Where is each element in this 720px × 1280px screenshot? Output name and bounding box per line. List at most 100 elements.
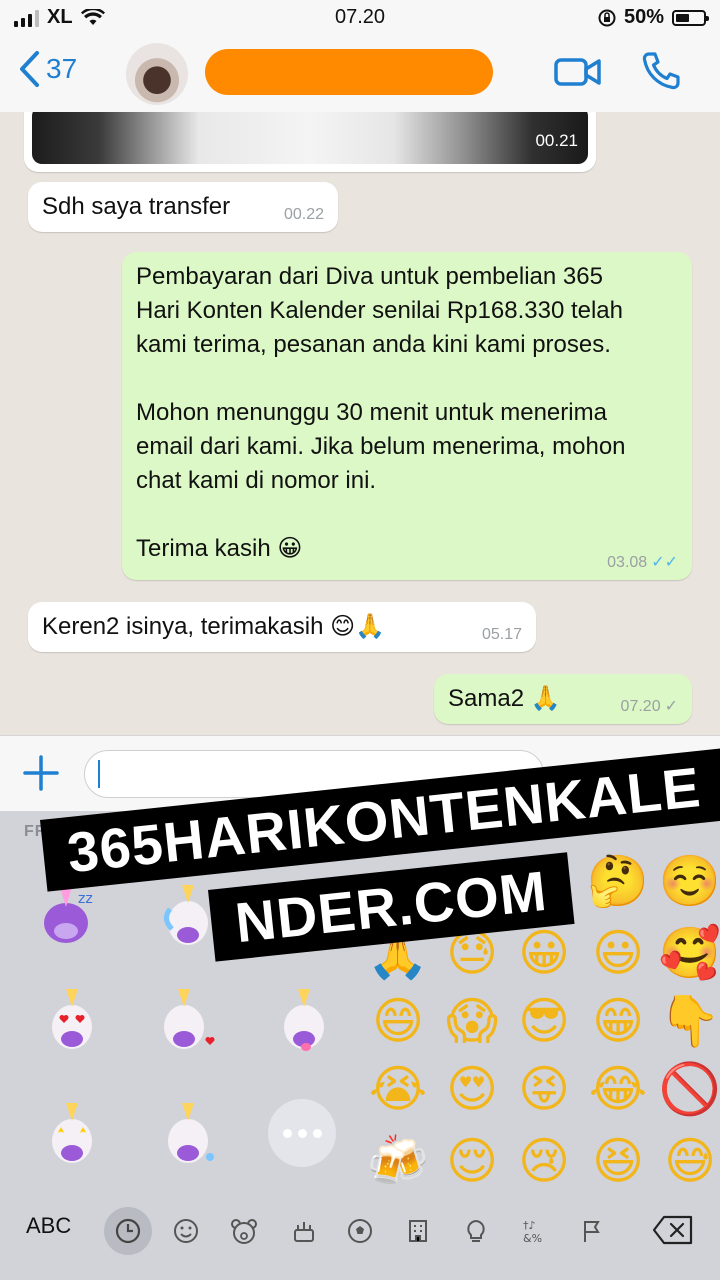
double-check-read-icon: ✓✓	[651, 554, 678, 571]
incoming-message[interactable]: Keren2 isinya, terimakasih 😊🙏 05.17	[28, 602, 536, 652]
video-message[interactable]: 00.21	[24, 112, 596, 172]
single-check-sent-icon: ✓	[664, 698, 678, 715]
emoji-key[interactable]: 🚫	[658, 1057, 720, 1121]
video-thumbnail[interactable]: 00.21	[32, 112, 588, 164]
unicorn-kiss-sticker[interactable]	[148, 983, 220, 1055]
microphone-icon	[664, 755, 690, 793]
attach-button[interactable]	[22, 754, 60, 792]
message-line: kami terima, pesanan anda kini kami pros…	[136, 331, 611, 358]
text-caret	[98, 760, 100, 788]
emoji-key[interactable]: 😱	[440, 989, 504, 1053]
category-activity[interactable]	[340, 1211, 380, 1251]
message-time: 03.08	[607, 554, 648, 571]
voice-call-button[interactable]	[640, 50, 682, 97]
dot-icon	[312, 1128, 322, 1138]
message-time: 00.22	[283, 206, 324, 223]
emoji-key[interactable]: 😌	[440, 1129, 504, 1193]
category-objects[interactable]	[456, 1211, 496, 1251]
delete-button[interactable]	[652, 1215, 694, 1250]
category-animals[interactable]	[224, 1211, 264, 1251]
emoji-key[interactable]: 😄	[366, 989, 430, 1053]
unicorn-memoji-icon	[164, 989, 215, 1049]
chevron-left-icon	[20, 51, 39, 87]
clock-icon	[115, 1218, 141, 1244]
message-text: Sama2 🙏	[448, 685, 561, 712]
category-symbols[interactable]: †♪ &%	[514, 1211, 554, 1251]
emoji-key[interactable]: 😆	[586, 1129, 650, 1193]
incoming-message[interactable]: Sdh saya transfer 00.22	[28, 182, 338, 232]
phone-icon	[642, 52, 680, 90]
smiley-icon	[174, 1219, 198, 1243]
outgoing-message[interactable]: Sama2 🙏 07.20 ✓	[434, 674, 692, 724]
flag-icon	[584, 1221, 600, 1242]
unicorn-memoji-icon	[52, 1103, 92, 1163]
message-line: chat kami di nomor ini.	[136, 467, 377, 494]
abc-keyboard-button[interactable]: ABC	[26, 1213, 71, 1239]
emoji-key[interactable]: 😁	[586, 989, 650, 1053]
emoji-key[interactable]: ☺️	[658, 849, 720, 913]
svg-text:&%: &%	[523, 1232, 542, 1245]
unicorn-star-eyes-sticker[interactable]	[36, 1097, 108, 1169]
unicorn-sticker[interactable]	[152, 879, 224, 951]
voice-record-button[interactable]	[662, 754, 692, 799]
emoji-key[interactable]: 😭	[366, 1057, 430, 1121]
emoji-key[interactable]: 😓	[440, 921, 504, 985]
message-line: Hari Konten Kalender senilai Rp168.330 t…	[136, 297, 623, 324]
chat-header: 37	[0, 36, 720, 113]
message-line: email dari kami. Jika belum menerima, mo…	[136, 433, 626, 460]
emoji-key[interactable]: 🤔	[586, 849, 650, 913]
unicorn-memoji-icon	[52, 989, 92, 1049]
emoji-key[interactable]: 🍻	[366, 1129, 430, 1193]
emoji-key[interactable]: 👇	[658, 989, 720, 1053]
outgoing-message[interactable]: Pembayaran dari Diva untuk pembelian 365…	[122, 252, 692, 580]
message-input[interactable]	[84, 750, 544, 798]
message-meta: 07.20 ✓	[621, 698, 678, 716]
emoji-key[interactable]: 😀	[512, 921, 576, 985]
emoji-key[interactable]: 🥰	[658, 921, 720, 985]
building-icon	[409, 1220, 427, 1242]
category-travel[interactable]	[398, 1211, 438, 1251]
emoji-key[interactable]: 😃	[586, 921, 650, 985]
emoji-key[interactable]: 😍	[440, 1057, 504, 1121]
backspace-icon	[652, 1215, 693, 1245]
svg-text:zz: zz	[78, 891, 93, 907]
category-smileys[interactable]	[166, 1211, 206, 1251]
video-call-button[interactable]	[554, 54, 602, 95]
unicorn-heart-eyes-sticker[interactable]	[36, 983, 108, 1055]
emoji-key[interactable]: 😗	[512, 849, 576, 913]
message-time: 07.20	[620, 698, 661, 715]
orientation-lock-icon	[598, 9, 616, 26]
emoji-key[interactable]: 😂	[586, 1057, 650, 1121]
emoji-key[interactable]: 😅	[658, 1129, 720, 1193]
message-meta: 03.08 ✓✓	[607, 554, 678, 572]
message-text: Sdh saya transfer	[42, 193, 231, 220]
emoji-key[interactable]: 😎	[512, 989, 576, 1053]
unicorn-tongue-sticker[interactable]	[268, 983, 340, 1055]
svg-text:†♪: †♪	[523, 1219, 536, 1232]
unread-chats-count: 37	[46, 53, 78, 84]
plus-icon	[23, 755, 59, 791]
emoji-key[interactable]: 😝	[512, 1057, 576, 1121]
battery-fill	[676, 13, 689, 22]
soccer-ball-icon	[348, 1219, 372, 1243]
unicorn-laughing-sticker[interactable]	[152, 1097, 224, 1169]
more-stickers-button[interactable]	[268, 1099, 336, 1167]
unicorn-memoji-icon	[164, 885, 208, 945]
contact-avatar[interactable]	[126, 43, 188, 105]
emoji-key[interactable]: 😢	[512, 1129, 576, 1193]
dot-icon	[282, 1128, 292, 1138]
unicorn-sleeping-sticker[interactable]: zz	[30, 879, 102, 951]
category-flags[interactable]	[572, 1211, 612, 1251]
message-time: 00.21	[535, 131, 578, 150]
category-food[interactable]	[284, 1211, 324, 1251]
emoji-key[interactable]: 🙏	[366, 921, 430, 985]
bear-icon	[231, 1219, 257, 1244]
battery-icon	[672, 9, 709, 26]
category-recent[interactable]	[104, 1207, 152, 1255]
contact-name-redacted[interactable]	[205, 49, 493, 95]
message-line: Terima kasih 😀	[136, 535, 303, 562]
back-button[interactable]: 37	[18, 50, 77, 88]
chat-area[interactable]: 00.21 Sdh saya transfer 00.22 Pembayaran…	[0, 112, 720, 735]
section-label-frequently-used: FREQUENTLY USED	[24, 823, 195, 840]
unicorn-memoji-icon: zz	[44, 887, 93, 943]
